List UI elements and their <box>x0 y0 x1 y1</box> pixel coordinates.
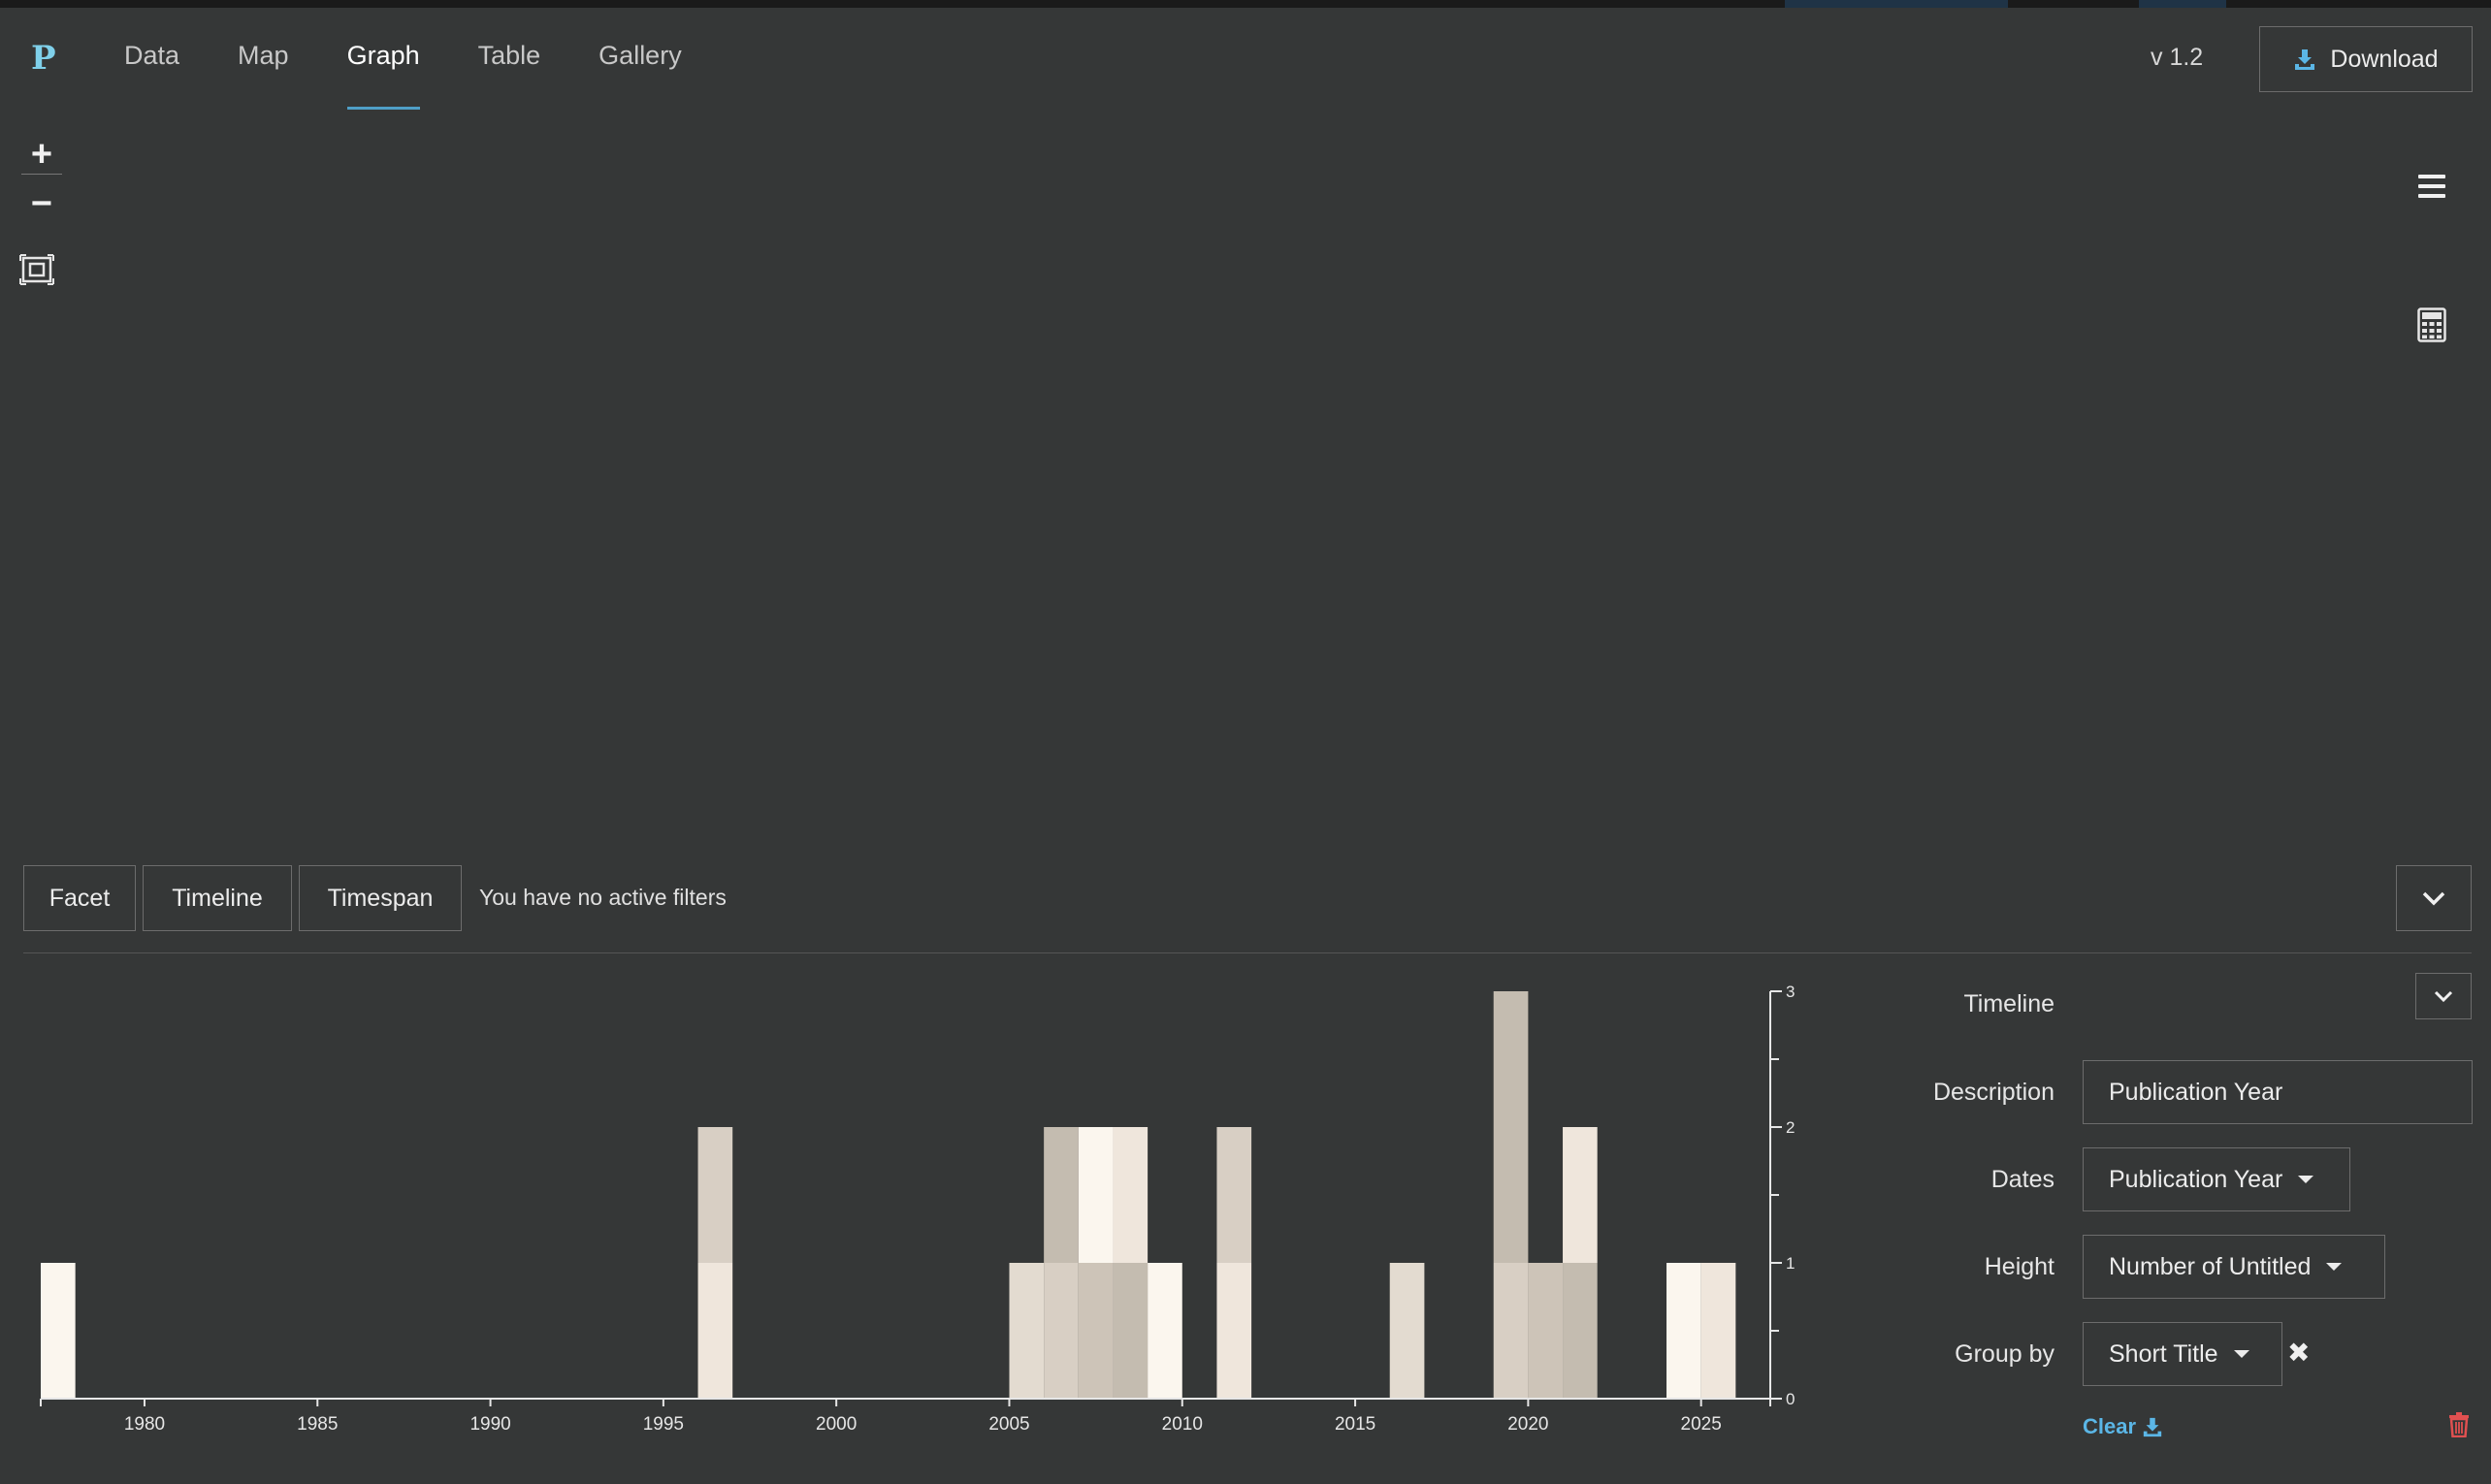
top-strip-decoration <box>1785 0 2008 8</box>
chart-bar[interactable] <box>1009 1263 1045 1399</box>
tab-map[interactable]: Map <box>238 41 289 111</box>
top-strip-decoration <box>2139 0 2226 8</box>
chart-bar[interactable] <box>1113 1263 1148 1399</box>
layers-menu-button[interactable] <box>2417 173 2448 200</box>
chart-bar[interactable] <box>697 1263 733 1399</box>
fit-screen-icon <box>19 254 54 285</box>
height-select[interactable]: Number of Untitled <box>2083 1235 2385 1299</box>
x-tick-label: 2015 <box>1335 1414 1375 1435</box>
download-button[interactable]: Download <box>2259 26 2473 92</box>
chart-bar[interactable] <box>1563 1127 1598 1263</box>
filter-bar-collapse-button[interactable] <box>2396 865 2472 931</box>
dates-select[interactable]: Publication Year <box>2083 1147 2350 1211</box>
caret-down-icon <box>2298 1176 2314 1183</box>
chart-bar[interactable] <box>1044 1263 1079 1399</box>
chart-bar[interactable] <box>1389 1263 1425 1399</box>
groupby-label: Group by <box>1955 1340 2054 1368</box>
panel-collapse-button[interactable] <box>2415 973 2472 1019</box>
top-strip <box>0 0 2491 8</box>
calculator-icon <box>2417 307 2446 342</box>
timeline-button[interactable]: Timeline <box>143 865 292 931</box>
facet-button[interactable]: Facet <box>23 865 136 931</box>
zoom-in-button[interactable]: + <box>21 134 62 175</box>
tab-graph[interactable]: Graph <box>346 41 420 111</box>
hamburger-menu-icon <box>2418 175 2445 198</box>
delete-timeline-button[interactable] <box>2448 1412 2470 1442</box>
timespan-button[interactable]: Timespan <box>299 865 462 931</box>
x-tick-label: 1980 <box>124 1414 165 1435</box>
chart-bar[interactable] <box>1216 1263 1252 1399</box>
divider <box>23 952 2472 953</box>
clear-label: Clear <box>2083 1414 2137 1438</box>
chart-bar[interactable] <box>1113 1127 1148 1263</box>
chart-bar[interactable] <box>41 1263 76 1399</box>
chart-bar[interactable] <box>1700 1263 1736 1399</box>
tab-data[interactable]: Data <box>124 41 179 111</box>
chart-bar[interactable] <box>1148 1263 1182 1399</box>
chart-bar[interactable] <box>1078 1127 1114 1263</box>
y-tick-label: 0 <box>1786 1390 1795 1408</box>
zoom-out-button[interactable]: − <box>21 183 62 224</box>
tab-gallery[interactable]: Gallery <box>598 41 682 111</box>
version-label: v 1.2 <box>2151 44 2204 71</box>
height-select-value: Number of Untitled <box>2109 1252 2312 1280</box>
clear-link[interactable]: Clear <box>2083 1414 2163 1439</box>
chart-bar[interactable] <box>1563 1263 1598 1399</box>
x-tick-label: 2020 <box>1507 1414 1548 1435</box>
tab-table[interactable]: Table <box>478 41 541 111</box>
caret-down-icon <box>2233 1350 2249 1358</box>
download-label: Download <box>2330 45 2439 73</box>
remove-groupby-icon[interactable]: ✖ <box>2287 1337 2310 1369</box>
y-tick-label: 2 <box>1786 1118 1795 1137</box>
groupby-select-value: Short Title <box>2109 1339 2218 1368</box>
chart-bar[interactable] <box>1216 1127 1252 1263</box>
chart-bar[interactable] <box>1493 991 1529 1263</box>
chart-bar[interactable] <box>697 1127 733 1263</box>
x-tick-label: 2025 <box>1681 1414 1722 1435</box>
height-label: Height <box>1984 1253 2054 1280</box>
chart-bar[interactable] <box>1078 1263 1114 1399</box>
panel-title: Timeline <box>1963 990 2054 1017</box>
x-tick-label: 2005 <box>988 1414 1029 1435</box>
dates-select-value: Publication Year <box>2109 1165 2283 1193</box>
x-tick-label: 1985 <box>297 1414 338 1435</box>
y-tick-label: 3 <box>1786 983 1795 1001</box>
download-icon <box>2143 1417 2162 1437</box>
x-tick-label: 1990 <box>469 1414 510 1435</box>
y-tick-label: 1 <box>1786 1254 1795 1273</box>
groupby-select[interactable]: Short Title <box>2083 1322 2282 1386</box>
dates-label: Dates <box>1990 1166 2054 1193</box>
trash-icon <box>2449 1412 2469 1438</box>
x-tick-label: 1995 <box>643 1414 684 1435</box>
chevron-down-icon <box>2434 990 2453 1003</box>
main-nav: Data Map Graph Table Gallery <box>124 41 740 111</box>
chart-bar[interactable] <box>1493 1263 1529 1399</box>
chart-bar[interactable] <box>1044 1127 1079 1263</box>
x-tick-label: 2000 <box>816 1414 857 1435</box>
calculator-button[interactable] <box>2417 307 2446 342</box>
timeline-chart[interactable]: 1980 1985 1990 1995 2000 2005 2010 2015 2020 2025… <box>0 970 1843 1455</box>
fit-to-screen-button[interactable] <box>19 254 60 289</box>
chart-bar[interactable] <box>1528 1263 1564 1399</box>
description-label: Description <box>1932 1079 2054 1106</box>
x-tick-label: 2010 <box>1162 1414 1203 1435</box>
caret-down-icon <box>2326 1263 2343 1271</box>
active-filters-status: You have no active filters <box>479 885 727 910</box>
app-logo[interactable]: P <box>31 39 56 78</box>
chart-bar[interactable] <box>1666 1263 1701 1399</box>
chevron-down-icon <box>2422 891 2445 906</box>
download-icon <box>2295 49 2315 70</box>
description-input[interactable]: Publication Year <box>2083 1060 2473 1124</box>
